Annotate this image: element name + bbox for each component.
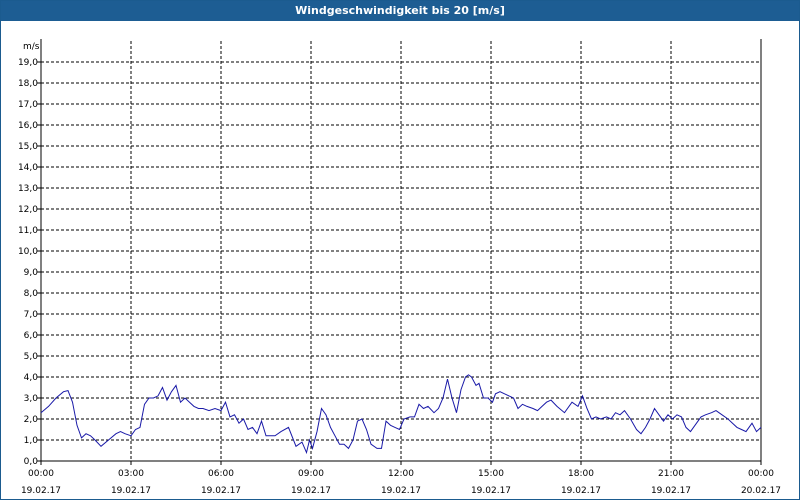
x-tick-date-label: 19.02.17	[111, 486, 151, 496]
x-tick-time-label: 03:00	[118, 469, 144, 479]
y-tick-label: 15,0	[18, 142, 38, 152]
x-tick-time-label: 06:00	[208, 469, 234, 479]
y-tick-label: 7,0	[24, 310, 39, 320]
x-tick-date-label: 19.02.17	[291, 486, 331, 496]
x-tick-time-label: 09:00	[298, 469, 324, 479]
y-tick-label: 10,0	[18, 247, 38, 257]
y-tick-label: 9,0	[24, 268, 39, 278]
y-tick-label: 11,0	[18, 226, 38, 236]
y-tick-label: 16,0	[18, 121, 38, 131]
y-tick-label: 8,0	[24, 289, 39, 299]
x-tick-time-label: 21:00	[658, 469, 684, 479]
y-tick-label: 6,0	[24, 331, 39, 341]
x-tick-time-label: 00:00	[748, 469, 774, 479]
x-tick-time-label: 15:00	[478, 469, 504, 479]
x-tick-time-label: 12:00	[388, 469, 414, 479]
wind-speed-chart: m/s 0,0 1,0 2,0 3,0 4,0 5,0 6,0 7,0 8,0 9,0 10,0 11…	[18, 39, 781, 496]
chart-window: Windgeschwindigkeit bis 20 [m/s] m/s 0,0…	[0, 0, 800, 500]
y-tick-label: 18,0	[18, 79, 38, 89]
x-tick-date-label: 19.02.17	[471, 486, 511, 496]
y-tick-label: 17,0	[18, 100, 38, 110]
x-tick-date-label: 19.02.17	[561, 486, 601, 496]
y-tick-label: 19,0	[18, 58, 38, 68]
x-tick-date-label: 19.02.17	[21, 486, 61, 496]
y-tick-label: 13,0	[18, 184, 38, 194]
x-tick-date-label: 19.02.17	[651, 486, 691, 496]
y-tick-label: 12,0	[18, 205, 38, 215]
x-tick-date-label: 19.02.17	[381, 486, 421, 496]
x-tick-date-label: 20.02.17	[741, 486, 781, 496]
plot-area: m/s 0,0 1,0 2,0 3,0 4,0 5,0 6,0 7,0 8,0 9,0 10,0 11…	[1, 21, 799, 499]
y-tick-label: 3,0	[24, 394, 39, 404]
unit-label: m/s	[23, 42, 40, 52]
y-tick-label: 5,0	[24, 352, 39, 362]
y-tick-label: 2,0	[24, 415, 39, 425]
y-tick-label: 0,0	[24, 457, 39, 467]
x-tick-time-label: 18:00	[568, 469, 594, 479]
chart-title: Windgeschwindigkeit bis 20 [m/s]	[1, 1, 799, 21]
y-tick-label: 14,0	[18, 163, 38, 173]
tick-layer: 0,0 1,0 2,0 3,0 4,0 5,0 6,0 7,0 8,0 9,0 10,0 11,0 12…	[18, 58, 781, 496]
y-tick-label: 1,0	[24, 436, 39, 446]
x-tick-time-label: 00:00	[28, 469, 54, 479]
y-tick-label: 4,0	[24, 373, 39, 383]
x-tick-date-label: 19.02.17	[201, 486, 241, 496]
